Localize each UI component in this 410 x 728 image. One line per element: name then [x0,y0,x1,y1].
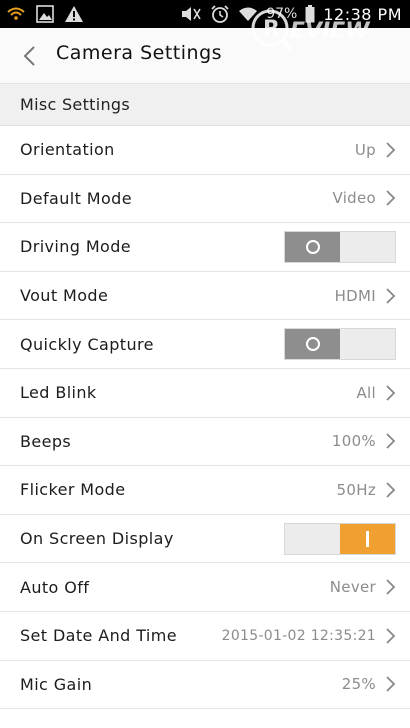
setting-row-auto-off[interactable]: Auto Off Never [0,563,410,612]
warning-icon [64,3,84,25]
header: Camera Settings [0,28,410,84]
setting-label: Flicker Mode [20,480,126,500]
setting-value: All [356,383,376,402]
setting-row-led-blink[interactable]: Led Blink All [0,369,410,418]
battery-percent: 97% [266,6,298,22]
mute-icon [180,3,202,25]
setting-label: Beeps [20,431,72,451]
setting-value: 50Hz [336,480,376,499]
quickly-capture-toggle[interactable] [284,328,396,361]
chevron-right-icon [386,142,396,158]
driving-mode-toggle[interactable] [284,230,396,263]
toggle-off-knob [285,329,340,360]
setting-label: Led Blink [20,383,97,403]
setting-value: Never [329,578,376,597]
chevron-right-icon [386,482,396,498]
setting-row-driving-mode: Driving Mode [0,223,410,272]
gallery-icon [36,3,54,25]
setting-value: 2015-01-02 12:35:21 [221,627,376,644]
setting-value: 100% [331,432,376,451]
setting-row-set-date-and-time[interactable]: Set Date And Time 2015-01-02 12:35:21 [0,612,410,661]
setting-value: 25% [341,675,376,694]
setting-label: Driving Mode [20,237,132,257]
setting-label: Quickly Capture [20,334,154,354]
toggle-on-knob [340,523,395,554]
settings-list: Orientation Up Default Mode Video Drivin… [0,126,410,710]
chevron-left-icon [23,46,35,66]
setting-value: Video [332,189,376,208]
setting-row-orientation[interactable]: Orientation Up [0,126,410,175]
alarm-icon [210,3,230,25]
status-bar: 97% 12:38 PM [0,0,410,28]
back-button[interactable] [14,40,44,72]
setting-row-mic-gain[interactable]: Mic Gain 25% [0,661,410,710]
chevron-right-icon [386,385,396,401]
setting-label: Auto Off [20,577,90,597]
setting-value: Up [354,140,376,159]
setting-label: On Screen Display [20,529,174,549]
setting-label: Orientation [20,140,115,160]
chevron-right-icon [386,433,396,449]
setting-label: Vout Mode [20,286,109,306]
chevron-right-icon [386,628,396,644]
setting-row-quickly-capture: Quickly Capture [0,320,410,369]
setting-label: Default Mode [20,188,132,208]
on-screen-display-toggle[interactable] [284,522,396,555]
setting-row-on-screen-display: On Screen Display [0,515,410,564]
wifi-indicator-icon [6,3,26,25]
setting-value: HDMI [334,286,376,305]
status-time: 12:38 PM [323,4,402,24]
chevron-right-icon [386,190,396,207]
setting-row-beeps[interactable]: Beeps 100% [0,418,410,467]
chevron-right-icon [386,676,396,692]
toggle-off-knob [285,231,340,262]
setting-label: Set Date And Time [20,626,177,646]
setting-label: Mic Gain [20,674,93,694]
setting-row-vout-mode[interactable]: Vout Mode HDMI [0,272,410,321]
section-header: Misc Settings [0,84,410,126]
battery-icon [305,3,315,25]
wifi-icon [238,3,258,25]
chevron-right-icon [386,287,396,304]
setting-row-flicker-mode[interactable]: Flicker Mode 50Hz [0,466,410,515]
chevron-right-icon [386,579,396,595]
page-title: Camera Settings [56,42,223,64]
setting-row-default-mode[interactable]: Default Mode Video [0,175,410,224]
